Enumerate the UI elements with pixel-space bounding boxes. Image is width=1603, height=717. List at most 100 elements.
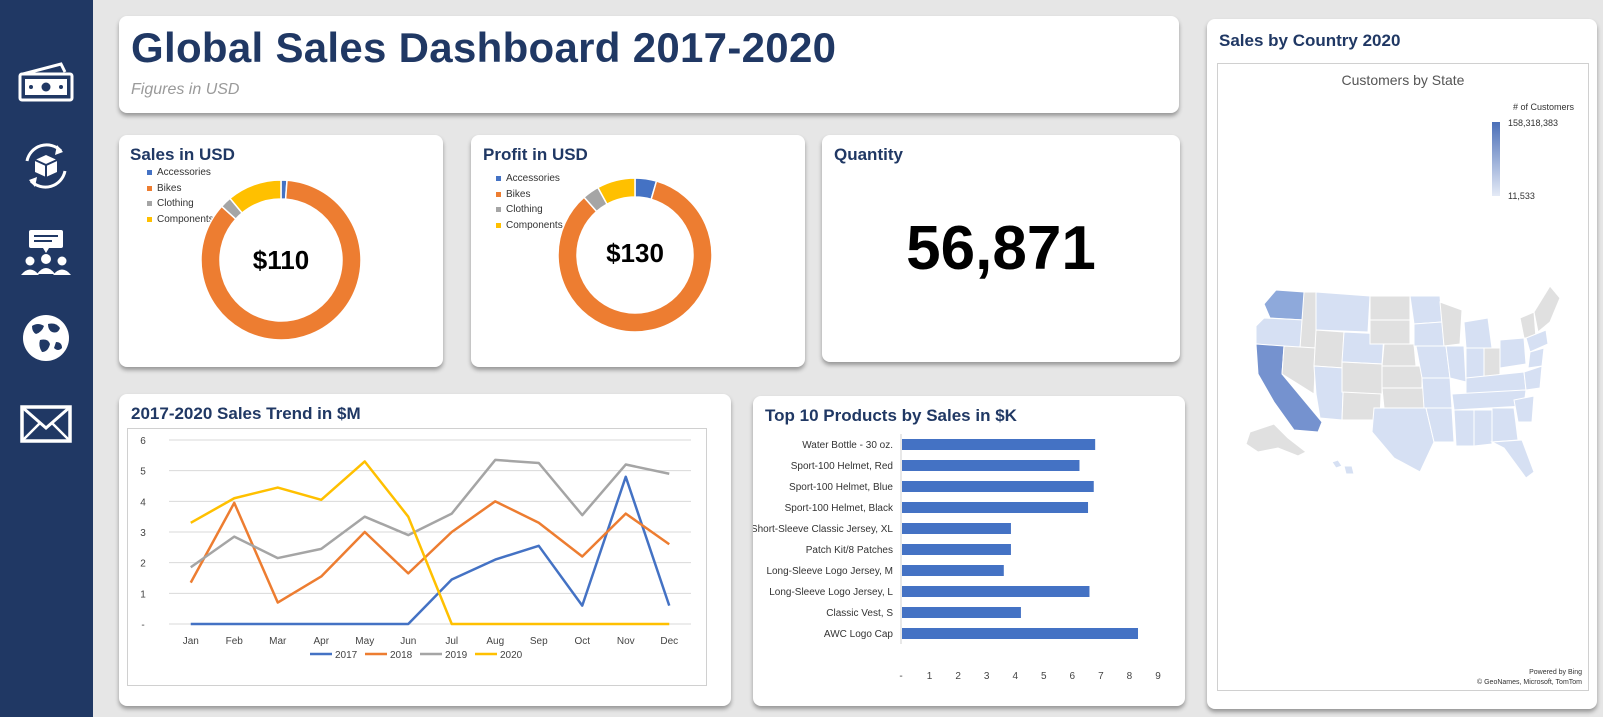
bar-category-label: Sport-100 Helmet, Red [791,461,893,472]
y-tick-label: 3 [140,528,146,539]
x-tick-label: Jul [445,636,458,647]
x-tick-label: Feb [226,636,244,647]
sidebar [0,0,93,717]
x-tick-label: 3 [984,671,990,682]
legend-label: Clothing [506,204,543,215]
map-chart-area: Customers by State # of Customers 158,31… [1217,63,1589,691]
sales-card: Sales in USD Accessories Bikes Clothing … [119,135,443,367]
bar-category-label: Water Bottle - 30 oz. [802,440,893,451]
legend-label: Components [506,219,563,231]
sales-total: $110 [252,245,310,275]
bar [902,523,1011,534]
x-tick-label: 4 [1012,671,1018,682]
globe-icon[interactable] [17,312,75,364]
mail-icon[interactable] [17,398,75,450]
y-tick-label: - [141,620,144,631]
legend-label-2020: 2020 [500,650,523,661]
map-title: Customers by State [1341,72,1465,88]
legend-swatch [147,185,152,191]
legend-label: Bikes [157,182,182,194]
x-tick-label: Sep [530,636,548,647]
top-products-card: Top 10 Products by Sales in $K Water Bot… [753,396,1185,706]
x-tick-label: 9 [1155,671,1161,682]
sales-card-title: Sales in USD [130,145,235,164]
profit-total: $130 [606,238,664,268]
x-tick-label: Dec [660,636,678,647]
bar [902,460,1080,471]
legend-label: Accessories [506,173,560,184]
bar [902,607,1021,618]
map-credit-sources: © GeoNames, Microsoft, TomTom [1477,679,1582,686]
header-card: Global Sales Dashboard 2017-2020 Figures… [119,16,1179,113]
product-cycle-icon[interactable] [17,140,75,192]
x-tick-label: 5 [1041,671,1047,682]
legend-swatch [147,170,152,176]
x-tick-label: 2 [955,671,961,682]
x-tick-label: 1 [927,671,933,682]
sales-trend-line-chart: - 1 2 3 4 5 6 Jan Feb Mar Apr May Jun Jul Aug Sep Oct Nov… [127,428,707,686]
us-choropleth-map [1245,285,1561,479]
quantity-card: Quantity 56,871 [822,135,1180,362]
x-tick-label: Nov [617,636,635,647]
bar [902,565,1004,576]
trend-card-title: 2017-2020 Sales Trend in $M [131,404,361,423]
bar [902,502,1089,513]
page-title: Global Sales Dashboard 2017-2020 [131,24,837,71]
bar [902,586,1090,597]
bar [902,439,1096,450]
x-tick-label: - [899,671,902,682]
map-card-title: Sales by Country 2020 [1219,31,1401,50]
legend-label-2019: 2019 [445,650,468,661]
quantity-value: 56,871 [906,214,1096,283]
legend-swatch [147,216,152,222]
legend-swatch [496,207,501,213]
y-tick-label: 5 [140,467,146,478]
bar-category-label: Patch Kit/8 Patches [806,545,893,556]
map-credit-bing: Powered by Bing [1529,669,1582,676]
x-tick-label: May [355,636,374,647]
profit-legend: Accessories Bikes Clothing Components [496,171,563,233]
x-tick-label: Jun [400,636,416,647]
x-tick-label: Apr [313,636,329,647]
top-products-bar-chart: Water Bottle - 30 oz. Sport-100 Helmet, R… [753,434,1161,682]
bar-category-label: Sport-100 Helmet, Blue [789,482,893,493]
map-legend-title: # of Customers [1512,102,1574,112]
legend-label: Bikes [506,188,531,200]
legend-item-clothing: Clothing [496,202,563,218]
bar [902,544,1011,555]
donut-slice-components [228,179,282,215]
top-products-card-title: Top 10 Products by Sales in $K [765,406,1017,425]
legend-swatch [147,201,152,207]
customers-icon[interactable] [17,228,75,280]
x-tick-label: 8 [1127,671,1133,682]
legend-swatch [496,222,501,228]
bar [902,628,1139,639]
bar [902,481,1094,492]
bar-category-label: Long-Sleeve Logo Jersey, L [769,587,893,598]
x-tick-label: 7 [1098,671,1104,682]
bar-category-label: Long-Sleeve Logo Jersey, M [766,566,893,577]
bar-category-label: Classic Vest, S [826,608,893,619]
x-tick-label: 6 [1070,671,1076,682]
map-card: Sales by Country 2020 Customers by State… [1207,19,1597,709]
money-icon[interactable] [17,56,75,108]
legend-item-components: Components [496,218,563,234]
profit-card: Profit in USD Accessories Bikes Clothing… [471,135,805,367]
legend-item-accessories: Accessories [496,171,563,187]
x-tick-label: Mar [269,636,287,647]
quantity-card-title: Quantity [834,145,903,164]
bar-category-label: Sport-100 Helmet, Black [785,503,894,514]
map-legend-gradient [1492,122,1500,196]
trend-card: 2017-2020 Sales Trend in $M - 1 2 3 4 5 6 Jan Fe… [119,394,731,706]
map-legend-max: 158,318,383 [1508,118,1559,128]
legend-swatch [496,176,501,182]
legend-label: Clothing [157,198,194,209]
page-subtitle: Figures in USD [131,81,240,98]
legend-swatch [496,191,501,197]
x-tick-label: Aug [486,636,504,647]
map-legend-min: 11,533 [1508,191,1535,201]
x-tick-label: Oct [574,636,590,647]
y-tick-label: 4 [140,497,146,508]
y-tick-label: 6 [140,436,146,447]
bar-category-label: Short-Sleeve Classic Jersey, XL [753,524,893,535]
